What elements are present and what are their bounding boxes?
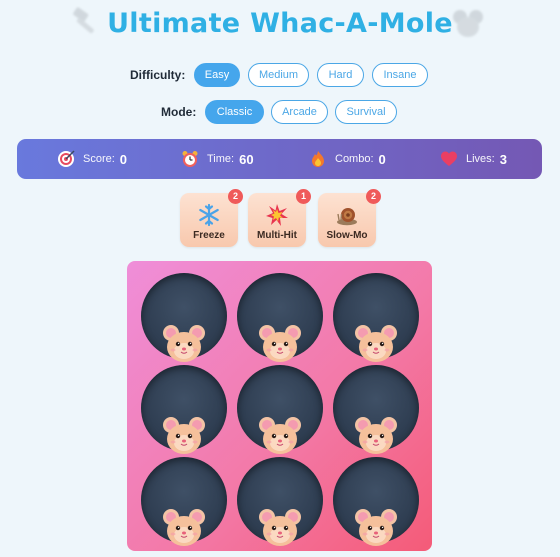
powerup-multi-hit-button[interactable]: Multi-Hit 1	[248, 189, 311, 247]
snowflake-icon	[199, 203, 219, 227]
combo-stat: Combo: 0	[309, 139, 386, 179]
explosion-icon	[266, 204, 288, 226]
powerup-multi-hit-label: Multi-Hit	[257, 230, 297, 241]
difficulty-medium-button[interactable]: Medium	[248, 63, 309, 87]
score-value: 0	[119, 151, 128, 167]
mouse-mole[interactable]	[354, 507, 398, 547]
difficulty-selector: Difficulty: Easy Medium Hard Insane	[0, 63, 560, 89]
mode-arcade-button[interactable]: Arcade	[271, 100, 328, 124]
snail-icon	[337, 208, 357, 226]
powerup-freeze-label: Freeze	[193, 230, 225, 241]
mouse-mole[interactable]	[162, 415, 206, 455]
mouse-mole[interactable]	[162, 323, 206, 363]
mode-classic-button[interactable]: Classic	[205, 100, 264, 124]
mouse-mole[interactable]	[258, 323, 302, 363]
heart-icon	[441, 151, 457, 166]
mouse-mole[interactable]	[258, 415, 302, 455]
powerup-freeze-count: 2	[228, 189, 243, 204]
game-board	[127, 261, 432, 551]
mode-survival-button[interactable]: Survival	[335, 100, 397, 124]
alarm-clock-icon	[182, 151, 198, 167]
score-stat: Score: 0	[57, 139, 127, 179]
combo-label: Combo:	[335, 153, 374, 165]
lives-label: Lives:	[466, 153, 495, 165]
fire-icon	[312, 151, 324, 167]
time-stat: Time: 60	[181, 139, 254, 179]
target-icon	[58, 150, 75, 167]
mouse-mole[interactable]	[354, 323, 398, 363]
difficulty-easy-button[interactable]: Easy	[194, 63, 240, 87]
page-title: Ultimate Whac-A-Mole	[107, 8, 453, 39]
powerup-slow-mo-button[interactable]: Slow-Mo 2	[318, 189, 381, 247]
lives-value: 3	[499, 151, 507, 167]
powerup-multi-hit-count: 1	[296, 189, 311, 204]
stats-bar: Score: 0 Time: 60 Combo: 0 Lives: 3	[17, 139, 542, 179]
mode-selector: Mode: Classic Arcade Survival	[0, 100, 560, 126]
difficulty-insane-button[interactable]: Insane	[372, 63, 428, 87]
lives-stat: Lives: 3	[440, 139, 507, 179]
mouse-mole[interactable]	[258, 507, 302, 547]
combo-value: 0	[378, 151, 386, 167]
score-label: Score:	[83, 153, 115, 165]
mouse-mole[interactable]	[162, 507, 206, 547]
mouse-mole[interactable]	[354, 415, 398, 455]
time-label: Time:	[207, 153, 235, 165]
time-value: 60	[239, 151, 254, 167]
difficulty-hard-button[interactable]: Hard	[317, 63, 364, 87]
powerup-slow-mo-label: Slow-Mo	[326, 230, 368, 241]
powerup-slow-mo-count: 2	[366, 189, 381, 204]
powerup-freeze-button[interactable]: Freeze 2	[180, 189, 243, 247]
mode-label: Mode:	[161, 105, 197, 119]
difficulty-label: Difficulty:	[130, 68, 186, 82]
